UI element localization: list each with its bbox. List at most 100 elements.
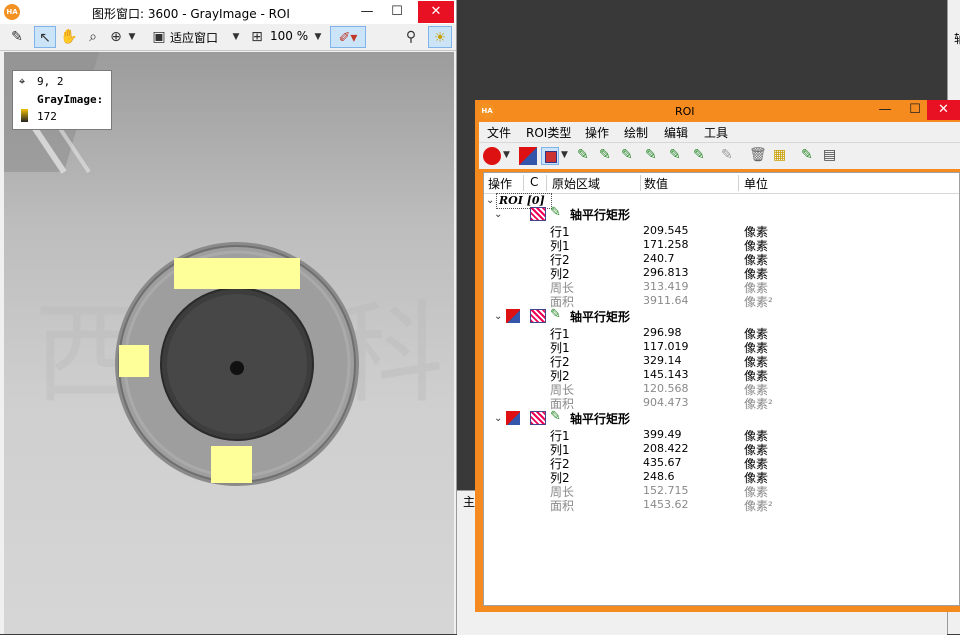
measure-icon[interactable]: ✎ bbox=[801, 147, 819, 165]
magnifier-icon[interactable]: ⌕ bbox=[82, 26, 104, 48]
roi-tree-view: 操作 C 原始区域 数值 单位 ⌄ ROI [0] ⌄ ✎ 轴平行矩形 行1 2… bbox=[483, 172, 960, 606]
roi-group-3-rows: 行1 399.49 像素 列1 208.422 像素 行2 435.67 像素 … bbox=[550, 427, 850, 513]
roi-color-icon bbox=[530, 207, 546, 221]
pointer-icon[interactable]: ↖ bbox=[34, 26, 56, 48]
edit-roi-icon[interactable]: ✎ bbox=[721, 147, 739, 165]
rectangle-shape-icon: ✎ bbox=[550, 205, 561, 220]
row-value: 435.67 bbox=[643, 456, 682, 469]
row-unit: 像素² bbox=[744, 499, 773, 513]
delete-roi-icon[interactable]: 🗑 bbox=[749, 147, 767, 165]
row-value: 296.813 bbox=[643, 266, 689, 279]
column-operate[interactable]: 操作 bbox=[488, 175, 512, 192]
zoom-level-icon[interactable]: ⊞ bbox=[248, 26, 266, 48]
menu-draw[interactable]: 绘制 bbox=[624, 124, 648, 141]
row-value: 1453.62 bbox=[643, 498, 689, 511]
draw-rotated-rect-icon[interactable]: ✎ bbox=[669, 147, 687, 165]
settings-lamp-icon[interactable]: ☀ bbox=[428, 26, 452, 48]
properties-icon[interactable]: ▤ bbox=[823, 147, 841, 165]
chevron-down-icon[interactable]: ▼ bbox=[230, 26, 242, 48]
row-value: 208.422 bbox=[643, 442, 689, 455]
chevron-down-icon[interactable]: ⌄ bbox=[494, 209, 502, 220]
group-title[interactable]: 轴平行矩形 bbox=[570, 206, 630, 223]
halcon-logo-icon: HA bbox=[479, 103, 495, 119]
edit-icon[interactable]: ✎ bbox=[6, 26, 28, 48]
row-unit: 像素² bbox=[744, 295, 773, 309]
draw-circle-icon[interactable]: ✎ bbox=[599, 147, 617, 165]
clear-all-icon[interactable]: ▦ bbox=[773, 147, 791, 165]
roi-add-icon[interactable] bbox=[519, 147, 537, 165]
draw-rectangle-icon[interactable]: ✎ bbox=[645, 147, 663, 165]
zoom-level-label[interactable]: 100 % bbox=[270, 29, 308, 43]
close-button[interactable]: ✕ bbox=[418, 1, 454, 23]
pixel-image-name: GrayImage: bbox=[37, 93, 104, 106]
chevron-down-icon[interactable]: ⌄ bbox=[486, 195, 494, 206]
menu-file[interactable]: 文件 bbox=[487, 124, 511, 141]
graphics-window: HA 图形窗口: 3600 - GrayImage - ROI — ☐ ✕ ✎ … bbox=[0, 0, 457, 634]
close-button[interactable]: ✕ bbox=[927, 100, 960, 120]
row-value: 145.143 bbox=[643, 368, 689, 381]
row-value: 171.258 bbox=[643, 238, 689, 251]
pixel-gray-value: 172 bbox=[37, 110, 57, 123]
rectangle-shape-icon: ✎ bbox=[550, 409, 561, 424]
draw-roi-icon[interactable]: ✐▾ bbox=[330, 26, 366, 48]
maximize-button[interactable]: ☐ bbox=[382, 1, 412, 23]
row-value: 152.715 bbox=[643, 484, 689, 497]
fit-window-label[interactable]: 适应窗口 bbox=[170, 29, 218, 46]
column-origin-region[interactable]: 原始区域 bbox=[552, 175, 600, 192]
chevron-down-icon[interactable]: ▼ bbox=[503, 150, 510, 160]
column-unit[interactable]: 单位 bbox=[744, 175, 768, 192]
column-value[interactable]: 数值 bbox=[644, 175, 668, 192]
column-c[interactable]: C bbox=[530, 175, 538, 189]
chevron-down-icon[interactable]: ▼ bbox=[312, 26, 324, 48]
roi-group-2-rows: 行1 296.98 像素 列1 117.019 像素 行2 329.14 像素 … bbox=[550, 325, 850, 411]
roi-color-icon bbox=[530, 411, 546, 425]
roi-column-header: 操作 C 原始区域 数值 单位 bbox=[484, 173, 959, 194]
row-value: 296.98 bbox=[643, 326, 682, 339]
crosshair-icon: ⌖ bbox=[19, 75, 26, 88]
graphics-toolbar: ✎ ↖ ✋ ⌕ ⊕ ▼ ▣ 适应窗口 ▼ ⊞ 100 % ▼ ✐▾ ⚲ ☀ bbox=[0, 24, 456, 51]
gray-image: 西 科 bbox=[4, 52, 444, 486]
chevron-down-icon[interactable]: ⌄ bbox=[494, 413, 502, 424]
row-value: 117.019 bbox=[643, 340, 689, 353]
fit-window-icon[interactable]: ▣ bbox=[150, 26, 168, 48]
image-display[interactable]: 西 科 bbox=[4, 52, 454, 634]
roi-operation-icon[interactable] bbox=[506, 411, 520, 425]
graphics-window-titlebar: HA 图形窗口: 3600 - GrayImage - ROI — ☐ ✕ bbox=[0, 0, 456, 25]
group-title[interactable]: 轴平行矩形 bbox=[570, 410, 630, 427]
draw-line-icon[interactable]: ✎ bbox=[577, 147, 595, 165]
zoom-icon[interactable]: ⊕ bbox=[106, 26, 126, 48]
draw-polygon-icon[interactable]: ✎ bbox=[693, 147, 711, 165]
roi-menubar: 文件 ROI类型 操作 绘制 编辑 工具 bbox=[479, 122, 960, 142]
group-title[interactable]: 轴平行矩形 bbox=[570, 308, 630, 325]
roi-window: HA ROI — ☐ ✕ 文件 ROI类型 操作 绘制 编辑 工具 ▼ ▼ ✎ … bbox=[475, 100, 960, 612]
chevron-down-icon[interactable]: ▼ bbox=[561, 150, 568, 160]
pixel-info-icon[interactable]: ⚲ bbox=[400, 26, 422, 48]
minimize-button[interactable]: — bbox=[352, 1, 382, 23]
pixel-coords: 9, 2 bbox=[37, 75, 64, 88]
chevron-down-icon[interactable]: ⌄ bbox=[494, 311, 502, 322]
roi-color-icon bbox=[530, 309, 546, 323]
hand-icon[interactable]: ✋ bbox=[58, 26, 80, 48]
background-label: 轴 bbox=[954, 30, 960, 47]
roi-shape-icon[interactable] bbox=[483, 147, 501, 165]
minimize-button[interactable]: — bbox=[870, 100, 900, 120]
row-value: 209.545 bbox=[643, 224, 689, 237]
menu-operate[interactable]: 操作 bbox=[585, 124, 609, 141]
roi-titlebar[interactable]: HA ROI — ☐ ✕ bbox=[475, 100, 960, 122]
graphics-window-title: 图形窗口: 3600 - GrayImage - ROI bbox=[92, 7, 290, 21]
roi-rect-2 bbox=[119, 345, 149, 377]
halcon-logo-icon: HA bbox=[4, 4, 20, 20]
roi-group-1-rows: 行1 209.545 像素 列1 171.258 像素 行2 240.7 像素 … bbox=[550, 223, 850, 309]
draw-ellipse-icon[interactable]: ✎ bbox=[621, 147, 639, 165]
menu-edit[interactable]: 编辑 bbox=[664, 124, 688, 141]
maximize-button[interactable]: ☐ bbox=[900, 100, 930, 120]
row-unit: 像素² bbox=[744, 397, 773, 411]
row-label: 面积 bbox=[550, 499, 575, 513]
rectangle-shape-icon: ✎ bbox=[550, 307, 561, 322]
menu-roi-type[interactable]: ROI类型 bbox=[526, 124, 571, 141]
menu-tools[interactable]: 工具 bbox=[704, 124, 728, 141]
roi-operation-icon[interactable] bbox=[506, 309, 520, 323]
chevron-down-icon[interactable]: ▼ bbox=[126, 26, 138, 48]
roi-window-title: ROI bbox=[675, 105, 695, 118]
roi-combine-icon[interactable] bbox=[541, 147, 559, 165]
